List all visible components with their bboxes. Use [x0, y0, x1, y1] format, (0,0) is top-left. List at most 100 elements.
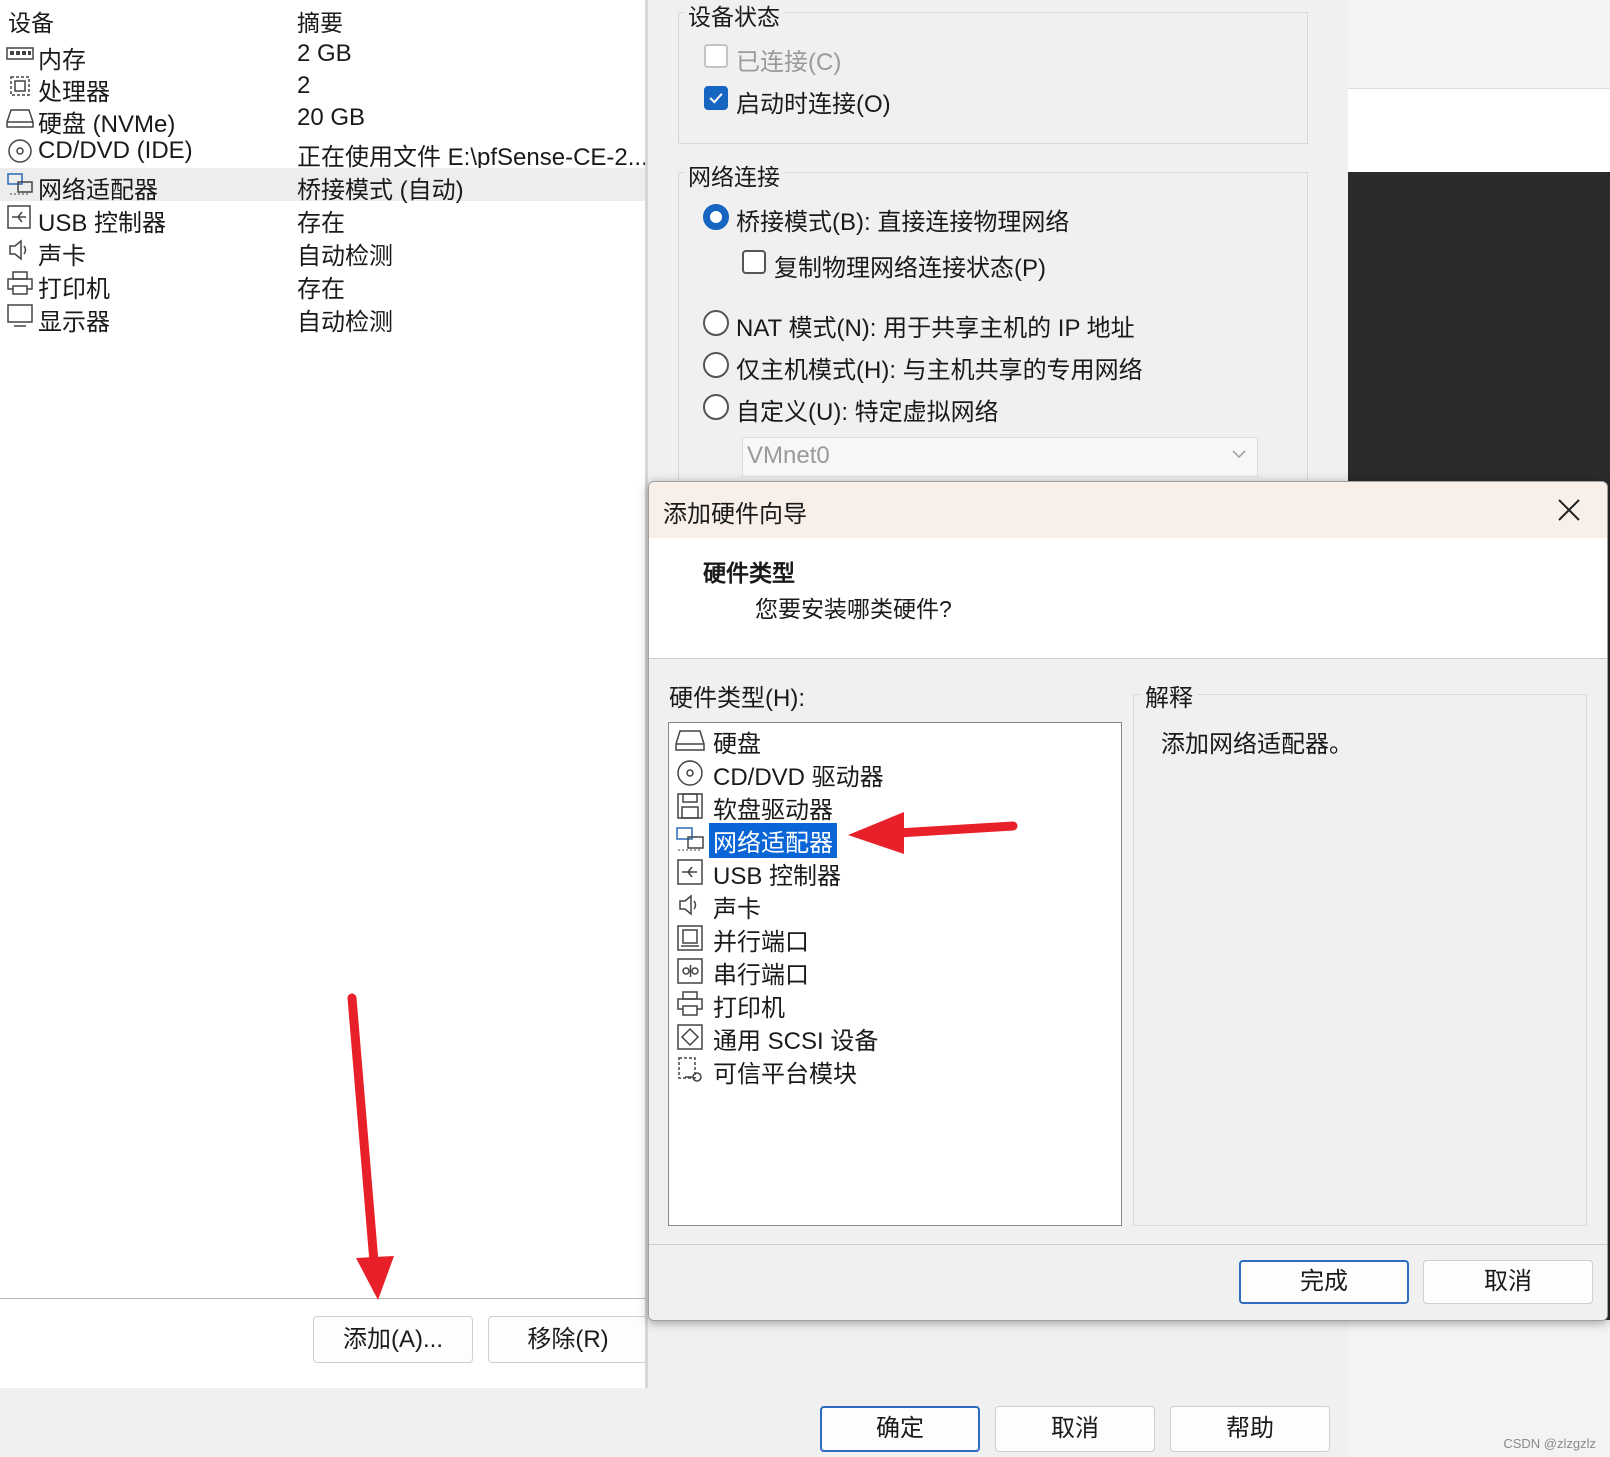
harddisk-icon: [675, 727, 705, 753]
list-item-label: 声卡: [713, 896, 761, 923]
device-summary: 桥接模式 (自动): [297, 177, 464, 204]
list-item-label: 打印机: [713, 995, 785, 1022]
vmnet-value: VMnet0: [747, 442, 830, 469]
remove-device-button[interactable]: 移除(R): [488, 1316, 648, 1363]
cpu-icon: [6, 74, 34, 98]
cd-icon: [675, 760, 705, 786]
device-actions-bar: 添加(A)... 移除(R): [0, 1299, 648, 1389]
floppy-icon: [675, 793, 705, 819]
hostonly-label: 仅主机模式(H): 与主机共享的专用网络: [736, 357, 1143, 384]
nat-label: NAT 模式(N): 用于共享主机的 IP 地址: [736, 315, 1135, 342]
device-row-cd[interactable]: CD/DVD (IDE) 正在使用文件 E:\pfSense-CE-2...: [0, 135, 648, 171]
explanation-text: 添加网络适配器。: [1161, 731, 1353, 758]
device-row-usb[interactable]: USB 控制器 存在: [0, 201, 646, 237]
hardware-type-label: 硬件类型(H):: [669, 685, 805, 712]
explanation-title: 解释: [1141, 678, 1197, 713]
custom-radio[interactable]: [703, 394, 729, 420]
list-item-label: 通用 SCSI 设备: [713, 1028, 879, 1055]
hardware-type-list[interactable]: 硬盘 CD/DVD 驱动器 软盘驱动器 网络适配器 USB 控制器 声卡 并行端…: [668, 722, 1122, 1226]
hostonly-radio[interactable]: [703, 352, 729, 378]
list-item-label: 软盘驱动器: [713, 797, 833, 824]
bridged-label: 桥接模式(B): 直接连接物理网络: [736, 209, 1070, 236]
checkmark-icon: [709, 93, 723, 104]
cd-icon: [6, 139, 34, 163]
dialog-footer: 完成 取消: [649, 1244, 1607, 1320]
watermark: CSDN @zlzgzlz: [1503, 1436, 1596, 1451]
device-row-harddisk[interactable]: 硬盘 (NVMe) 20 GB: [0, 102, 646, 138]
dialog-header: 硬件类型 您要安装哪类硬件?: [649, 538, 1607, 659]
dialog-cancel-button[interactable]: 取消: [1423, 1260, 1593, 1304]
close-icon[interactable]: [1549, 490, 1589, 530]
list-item-label: 网络适配器: [709, 823, 837, 858]
sound-icon: [6, 238, 34, 262]
network-icon: [6, 172, 34, 196]
device-list-panel: 设备 摘要 内存 2 GB 处理器 2 硬盘 (NVMe) 20 GB CD/D…: [0, 0, 648, 1298]
device-name: CD/DVD (IDE): [38, 137, 193, 164]
serial-port-icon: [675, 958, 705, 984]
device-name: 网络适配器: [38, 177, 158, 204]
connected-checkbox[interactable]: [704, 44, 728, 68]
device-summary: 正在使用文件 E:\pfSense-CE-2...: [297, 144, 648, 171]
device-summary: 存在: [297, 210, 345, 237]
device-summary: 2: [297, 72, 311, 99]
printer-icon: [6, 271, 34, 295]
nat-radio[interactable]: [703, 310, 729, 336]
connected-label: 已连接(C): [736, 49, 842, 76]
device-summary: 2 GB: [297, 40, 352, 67]
help-button[interactable]: 帮助: [1170, 1406, 1330, 1452]
device-summary: 20 GB: [297, 104, 366, 131]
cancel-button[interactable]: 取消: [995, 1406, 1155, 1452]
network-icon: [675, 826, 705, 852]
memory-icon: [6, 42, 34, 66]
dialog-heading: 硬件类型: [703, 561, 795, 587]
parallel-port-icon: [675, 925, 705, 951]
replicate-state-label: 复制物理网络连接状态(P): [774, 255, 1046, 282]
connect-on-start-checkbox[interactable]: [704, 86, 728, 110]
explanation-group: [1133, 694, 1587, 1226]
list-item-label: 可信平台模块: [713, 1061, 857, 1088]
device-row-network[interactable]: 网络适配器 桥接模式 (自动): [0, 168, 646, 204]
list-item-label: 并行端口: [713, 929, 809, 956]
summary-column-header: 摘要: [297, 10, 343, 36]
background-window-pane: [1348, 88, 1610, 173]
custom-label: 自定义(U): 特定虚拟网络: [736, 399, 999, 426]
device-column-header: 设备: [8, 10, 54, 36]
device-row-memory[interactable]: 内存 2 GB: [0, 38, 646, 74]
dialog-title: 添加硬件向导: [663, 501, 807, 528]
printer-icon: [675, 991, 705, 1017]
device-name: 打印机: [38, 276, 110, 303]
chevron-down-icon: [1231, 446, 1247, 462]
device-row-printer[interactable]: 打印机 存在: [0, 267, 646, 303]
usb-icon: [675, 859, 705, 885]
device-name: 硬盘 (NVMe): [38, 111, 176, 138]
device-row-cpu[interactable]: 处理器 2: [0, 70, 646, 106]
finish-button[interactable]: 完成: [1239, 1260, 1409, 1304]
device-row-display[interactable]: 显示器 自动检测: [0, 300, 646, 336]
tpm-icon: [675, 1057, 705, 1083]
dialog-titlebar: 添加硬件向导: [649, 482, 1607, 538]
device-status-title: 设备状态: [684, 0, 784, 32]
ok-button[interactable]: 确定: [820, 1406, 980, 1452]
connect-on-start-label: 启动时连接(O): [736, 91, 891, 118]
display-icon: [6, 304, 34, 328]
list-item-label: 串行端口: [713, 962, 809, 989]
list-item-label: CD/DVD 驱动器: [713, 764, 884, 791]
add-hardware-wizard-dialog: 添加硬件向导 硬件类型 您要安装哪类硬件? 硬件类型(H): 硬盘 CD/DVD…: [648, 481, 1608, 1321]
device-summary: 存在: [297, 276, 345, 303]
device-summary: 自动检测: [297, 309, 393, 336]
list-item-label: 硬盘: [713, 731, 761, 758]
vmnet-select[interactable]: VMnet0: [742, 437, 1258, 477]
replicate-state-checkbox[interactable]: [742, 250, 766, 274]
sound-icon: [675, 892, 705, 918]
usb-icon: [6, 205, 34, 229]
device-summary: 自动检测: [297, 243, 393, 270]
dialog-subheading: 您要安装哪类硬件?: [755, 596, 952, 622]
device-name: 显示器: [38, 309, 110, 336]
device-row-sound[interactable]: 声卡 自动检测: [0, 234, 646, 270]
bridged-radio[interactable]: [703, 204, 729, 230]
device-name: 声卡: [38, 243, 86, 270]
network-connection-title: 网络连接: [684, 158, 784, 192]
harddisk-icon: [6, 106, 34, 130]
add-device-button[interactable]: 添加(A)...: [313, 1316, 473, 1363]
scsi-icon: [675, 1024, 705, 1050]
